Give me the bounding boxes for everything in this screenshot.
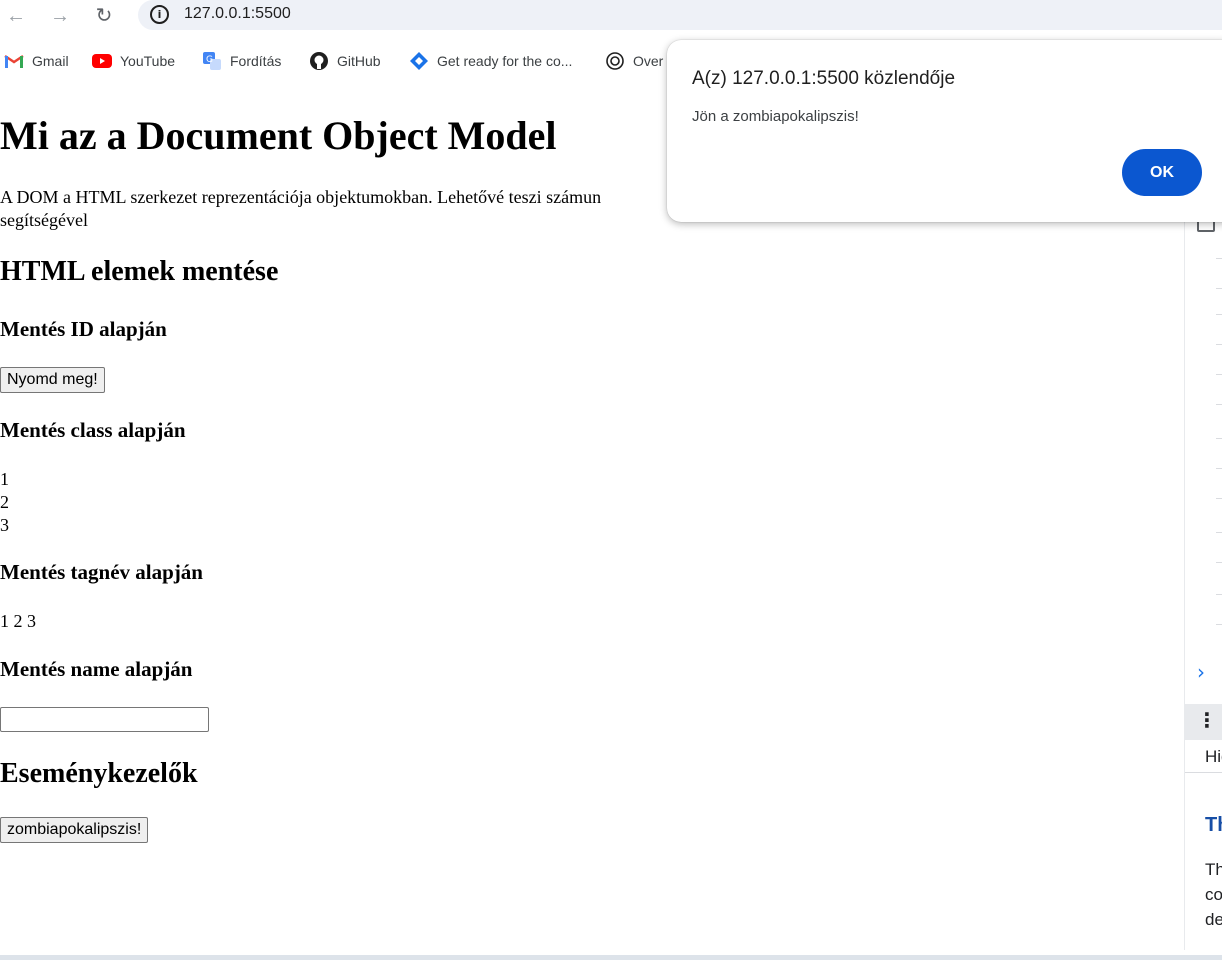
by-tag-heading: Mentés tagnév alapján — [0, 560, 203, 584]
side-hig-text: Hig — [1205, 747, 1222, 766]
gmail-icon — [4, 55, 24, 68]
bookmark-label: Over — [633, 53, 664, 69]
zombie-button[interactable]: zombiapokalipszis! — [0, 817, 149, 843]
site-info-icon[interactable]: i — [150, 5, 169, 24]
side-divider — [1216, 532, 1222, 533]
side-divider — [1216, 344, 1222, 345]
openai-icon — [606, 52, 624, 70]
page-title: Mi az a Document Object Model — [0, 113, 557, 158]
svg-text:G: G — [206, 55, 213, 65]
chevron-right-icon[interactable]: › — [1197, 660, 1205, 684]
by-id-heading: Mentés ID alapján — [0, 317, 167, 341]
side-text-line-3: de — [1205, 910, 1222, 929]
side-divider — [1216, 562, 1222, 563]
intro-line-1: A DOM a HTML szerkezet reprezentációja o… — [0, 187, 602, 207]
bookmark-openai[interactable]: Over — [605, 50, 667, 72]
intro-line-2: segítségével — [0, 210, 88, 230]
forward-arrow-icon[interactable]: → — [46, 2, 74, 30]
back-arrow-icon[interactable]: ← — [2, 2, 30, 30]
side-divider — [1216, 374, 1222, 375]
class-item-1: 1 — [0, 469, 9, 489]
github-icon — [310, 52, 328, 70]
url-text[interactable]: 127.0.0.1:5500 — [184, 5, 291, 23]
bookmark-label: Get ready for the co... — [437, 53, 573, 69]
side-divider — [1216, 314, 1222, 315]
side-divider — [1216, 594, 1222, 595]
by-name-heading: Mentés name alapján — [0, 657, 193, 681]
bookmark-gmail[interactable]: Gmail — [4, 50, 69, 72]
side-divider — [1216, 288, 1222, 289]
name-input[interactable] — [0, 707, 209, 732]
side-divider — [1216, 404, 1222, 405]
side-divider — [1216, 498, 1222, 499]
class-item-2: 2 — [0, 492, 9, 512]
side-heading[interactable]: Th — [1205, 814, 1222, 837]
more-options-icon[interactable]: ⋮ — [1197, 708, 1217, 732]
side-divider — [1216, 258, 1222, 259]
tag-items: 1 2 3 — [0, 611, 36, 631]
section-save-heading: HTML elemek mentése — [0, 256, 279, 287]
side-text-line-1: Th — [1205, 860, 1222, 879]
bookmark-youtube[interactable]: YouTube — [92, 50, 175, 72]
section-events-heading: Eseménykezelők — [0, 758, 198, 789]
bookmark-label: Gmail — [32, 53, 69, 69]
bookmark-translate[interactable]: G Fordítás — [202, 50, 281, 72]
intro-paragraph: A DOM a HTML szerkezet reprezentációja o… — [0, 186, 720, 232]
bookmark-github[interactable]: GitHub — [309, 50, 381, 72]
alert-dialog: A(z) 127.0.0.1:5500 közlendője Jön a zom… — [667, 40, 1222, 222]
translate-icon: G — [203, 52, 221, 70]
address-bar[interactable]: i 127.0.0.1:5500 — [138, 0, 1222, 30]
diamond-icon — [410, 52, 428, 70]
press-button[interactable]: Nyomd meg! — [0, 367, 105, 393]
side-divider — [1185, 772, 1222, 773]
bookmark-get-ready[interactable]: Get ready for the co... — [409, 50, 572, 72]
class-item-3: 3 — [0, 515, 9, 535]
youtube-icon — [92, 54, 112, 68]
side-divider — [1216, 624, 1222, 625]
alert-message: Jön a zombiapokalipszis! — [692, 108, 859, 125]
ok-button[interactable]: OK — [1122, 149, 1202, 196]
reload-icon[interactable]: ↻ — [90, 2, 118, 30]
bookmark-label: GitHub — [337, 53, 381, 69]
bookmark-label: Fordítás — [230, 53, 282, 69]
alert-title: A(z) 127.0.0.1:5500 közlendője — [692, 68, 956, 89]
side-text-line-2: co — [1205, 885, 1222, 904]
side-divider — [1216, 468, 1222, 469]
bookmark-label: YouTube — [120, 53, 176, 69]
bottom-edge — [0, 955, 1222, 960]
side-divider — [1216, 438, 1222, 439]
browser-toolbar: ← → ↻ i 127.0.0.1:5500 — [0, 0, 1222, 36]
by-class-heading: Mentés class alapján — [0, 418, 186, 442]
side-panel: › ⋮ Hig Th Th co de — [1184, 210, 1222, 950]
